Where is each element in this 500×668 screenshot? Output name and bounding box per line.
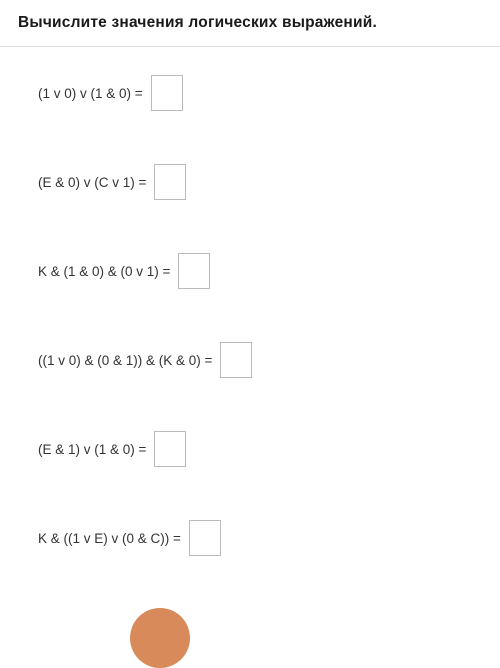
problems-container: (1 v 0) v (1 & 0) = (E & 0) v (C v 1) = … — [0, 47, 500, 556]
answer-input[interactable] — [154, 431, 186, 467]
answer-input[interactable] — [154, 164, 186, 200]
answer-input[interactable] — [189, 520, 221, 556]
expression-text: (E & 0) v (C v 1) = — [38, 175, 146, 190]
problem-row: (E & 1) v (1 & 0) = — [38, 431, 482, 467]
decorative-circle — [130, 608, 190, 668]
expression-text: K & ((1 v E) v (0 & C)) = — [38, 531, 181, 546]
problem-row: (E & 0) v (C v 1) = — [38, 164, 482, 200]
expression-text: (E & 1) v (1 & 0) = — [38, 442, 146, 457]
problem-row: ((1 v 0) & (0 & 1)) & (K & 0) = — [38, 342, 482, 378]
problem-row: K & ((1 v E) v (0 & C)) = — [38, 520, 482, 556]
expression-text: K & (1 & 0) & (0 v 1) = — [38, 264, 170, 279]
answer-input[interactable] — [178, 253, 210, 289]
problem-row: (1 v 0) v (1 & 0) = — [38, 75, 482, 111]
answer-input[interactable] — [151, 75, 183, 111]
answer-input[interactable] — [220, 342, 252, 378]
expression-text: ((1 v 0) & (0 & 1)) & (K & 0) = — [38, 353, 212, 368]
page-title: Вычислите значения логических выражений. — [18, 14, 482, 32]
header: Вычислите значения логических выражений. — [0, 0, 500, 47]
problem-row: K & (1 & 0) & (0 v 1) = — [38, 253, 482, 289]
expression-text: (1 v 0) v (1 & 0) = — [38, 86, 143, 101]
